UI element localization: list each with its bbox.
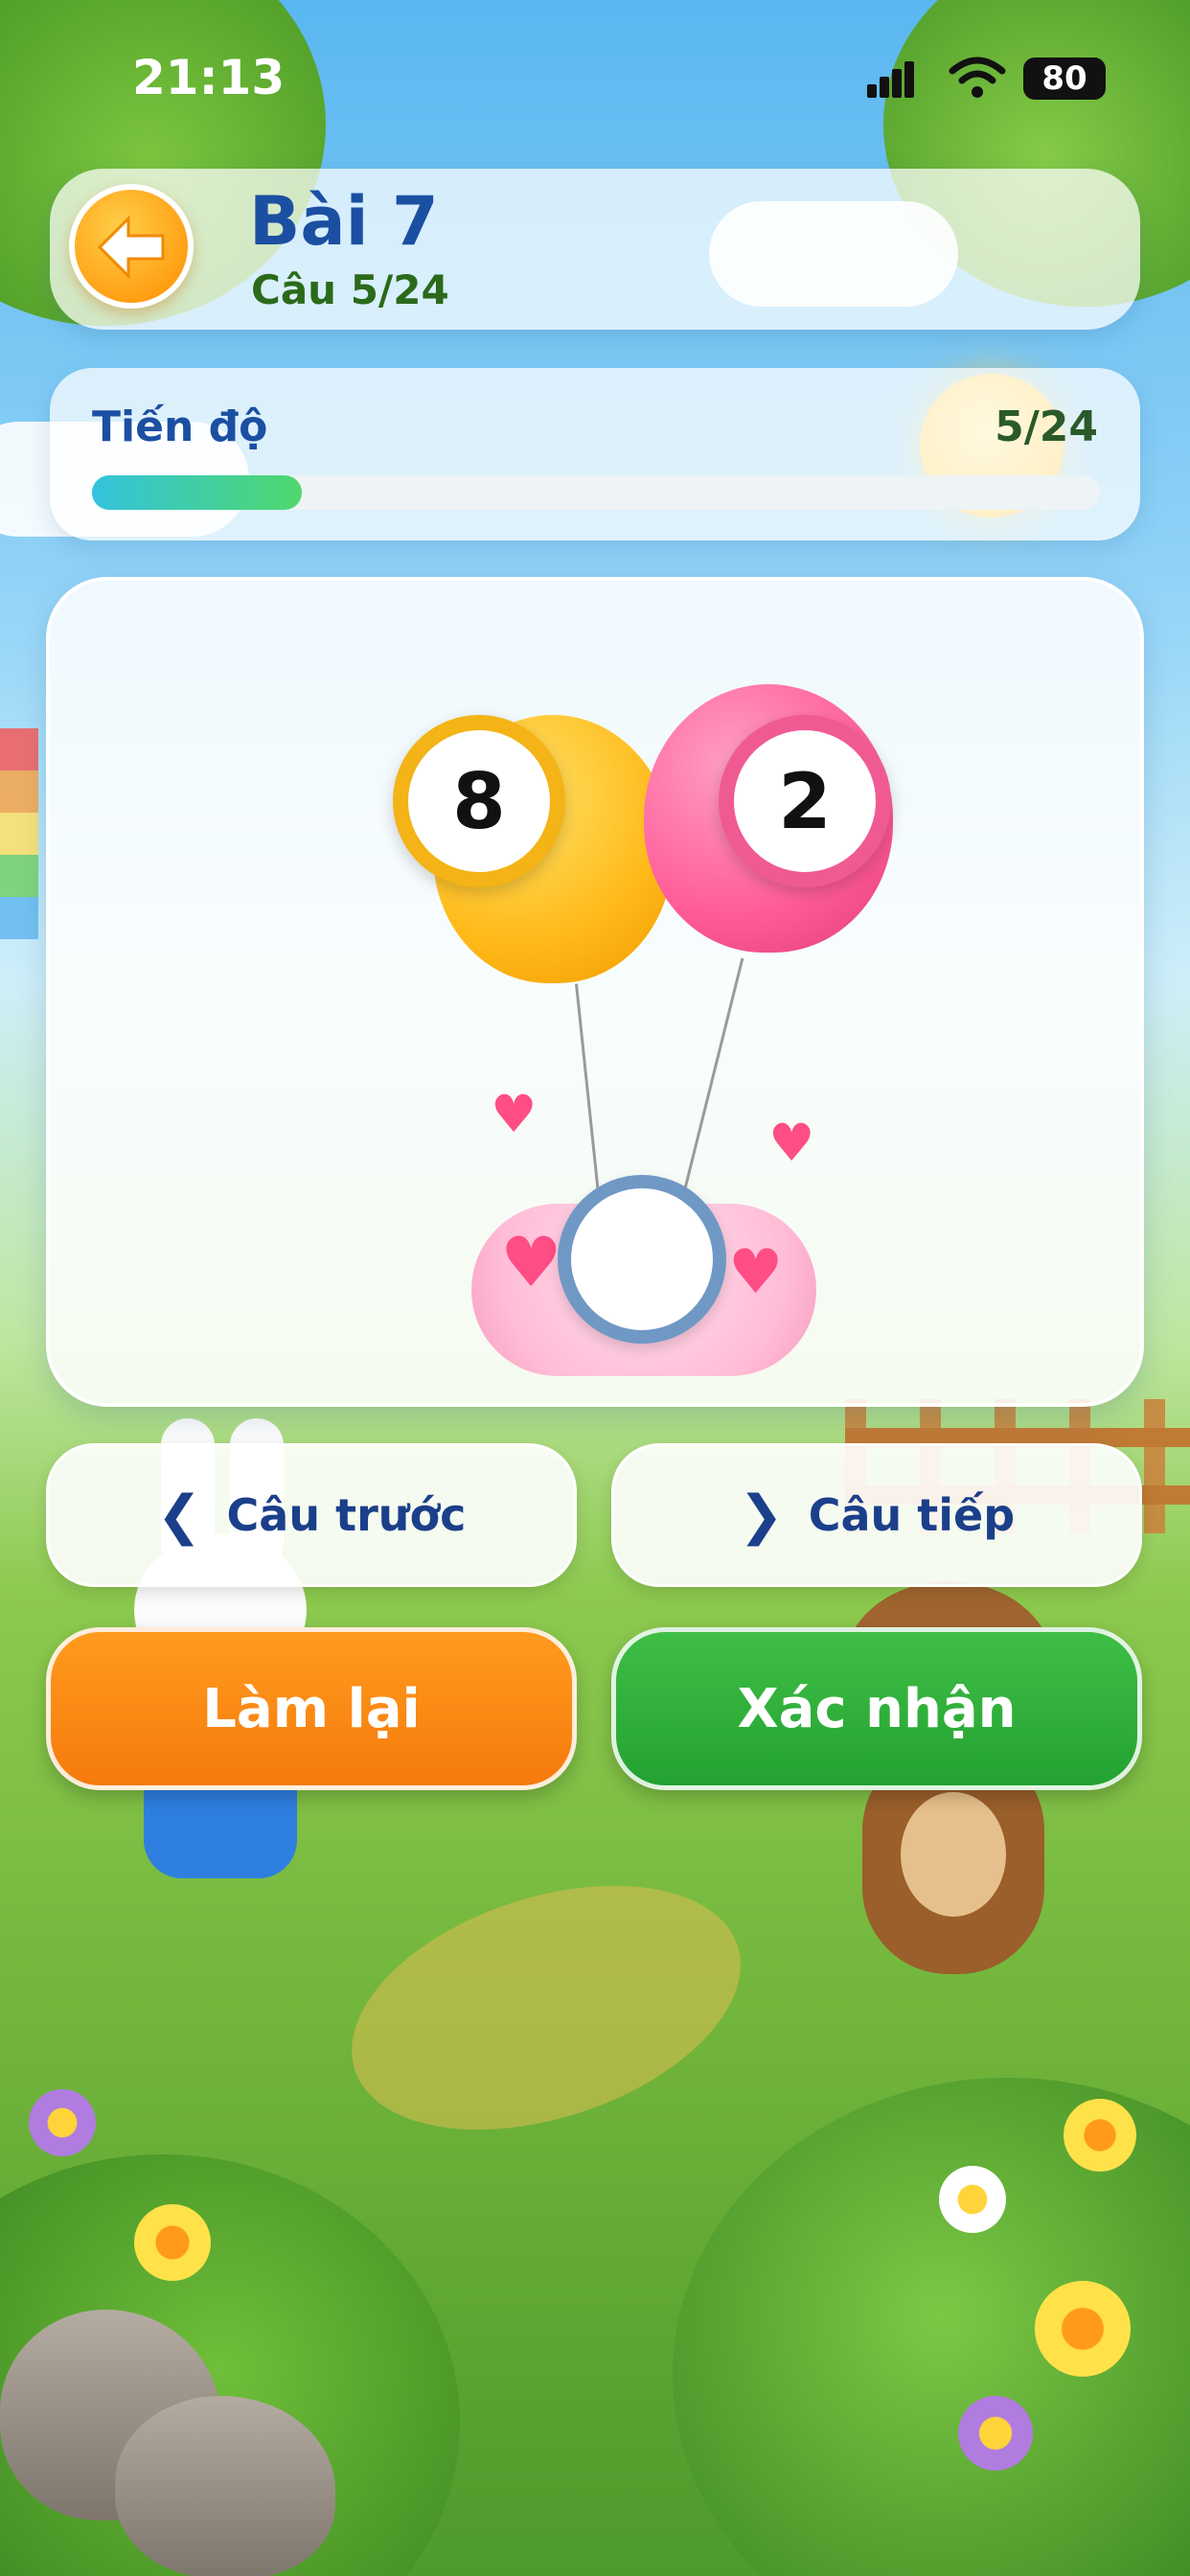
progress-panel: Tiến độ 5/24 — [50, 368, 1140, 540]
flower — [1064, 2099, 1136, 2172]
number-balloon-right: 2 — [719, 715, 891, 887]
next-question-label: Câu tiếp — [808, 1489, 1016, 1541]
chevron-left-icon: ❮ — [156, 1484, 202, 1547]
balloon-string — [680, 957, 744, 1201]
flower — [29, 2089, 96, 2156]
cellular-signal-icon — [867, 59, 915, 98]
heart-icon: ♥ — [500, 1222, 562, 1302]
reset-button[interactable]: Làm lại — [46, 1627, 577, 1790]
bear-belly — [901, 1792, 1006, 1917]
heart-icon: ♥ — [768, 1113, 815, 1173]
progress-count: 5/24 — [995, 402, 1098, 451]
status-time: 21:13 — [132, 50, 286, 105]
heart-icon: ♥ — [491, 1084, 538, 1144]
flower — [958, 2396, 1033, 2471]
confirm-button[interactable]: Xác nhận — [611, 1627, 1142, 1790]
back-button[interactable] — [69, 184, 194, 309]
answer-slot[interactable] — [558, 1175, 726, 1344]
progress-fill — [92, 475, 303, 510]
battery-indicator: 80 — [1023, 58, 1106, 100]
next-question-button[interactable]: ❯ Câu tiếp — [611, 1443, 1142, 1587]
flower — [134, 2204, 211, 2281]
lesson-header: Bài 7 Câu 5/24 — [50, 169, 1140, 330]
number-balloon-left: 8 — [393, 715, 565, 887]
question-counter: Câu 5/24 — [251, 266, 449, 313]
rainbow-illustration — [0, 728, 38, 939]
heart-icon: ♥ — [728, 1237, 784, 1308]
wifi-icon — [949, 57, 1006, 98]
progress-label: Tiến độ — [92, 402, 268, 451]
progress-track — [92, 475, 1100, 510]
flower — [939, 2166, 1006, 2233]
flower — [1035, 2281, 1131, 2377]
balloon-string — [574, 983, 602, 1204]
arrow-left-icon — [97, 215, 165, 280]
previous-question-button[interactable]: ❮ Câu trước — [46, 1443, 577, 1587]
page-title: Bài 7 — [249, 182, 439, 261]
balloon-scene: ♥ ♥ ♥ ♥ 8 2 — [356, 667, 931, 1376]
dirt-path — [320, 1840, 772, 2175]
previous-question-label: Câu trước — [226, 1489, 467, 1541]
status-bar: 21:13 80 — [0, 0, 1190, 153]
question-card: ♥ ♥ ♥ ♥ 8 2 — [46, 577, 1144, 1407]
chevron-right-icon: ❯ — [738, 1484, 784, 1547]
